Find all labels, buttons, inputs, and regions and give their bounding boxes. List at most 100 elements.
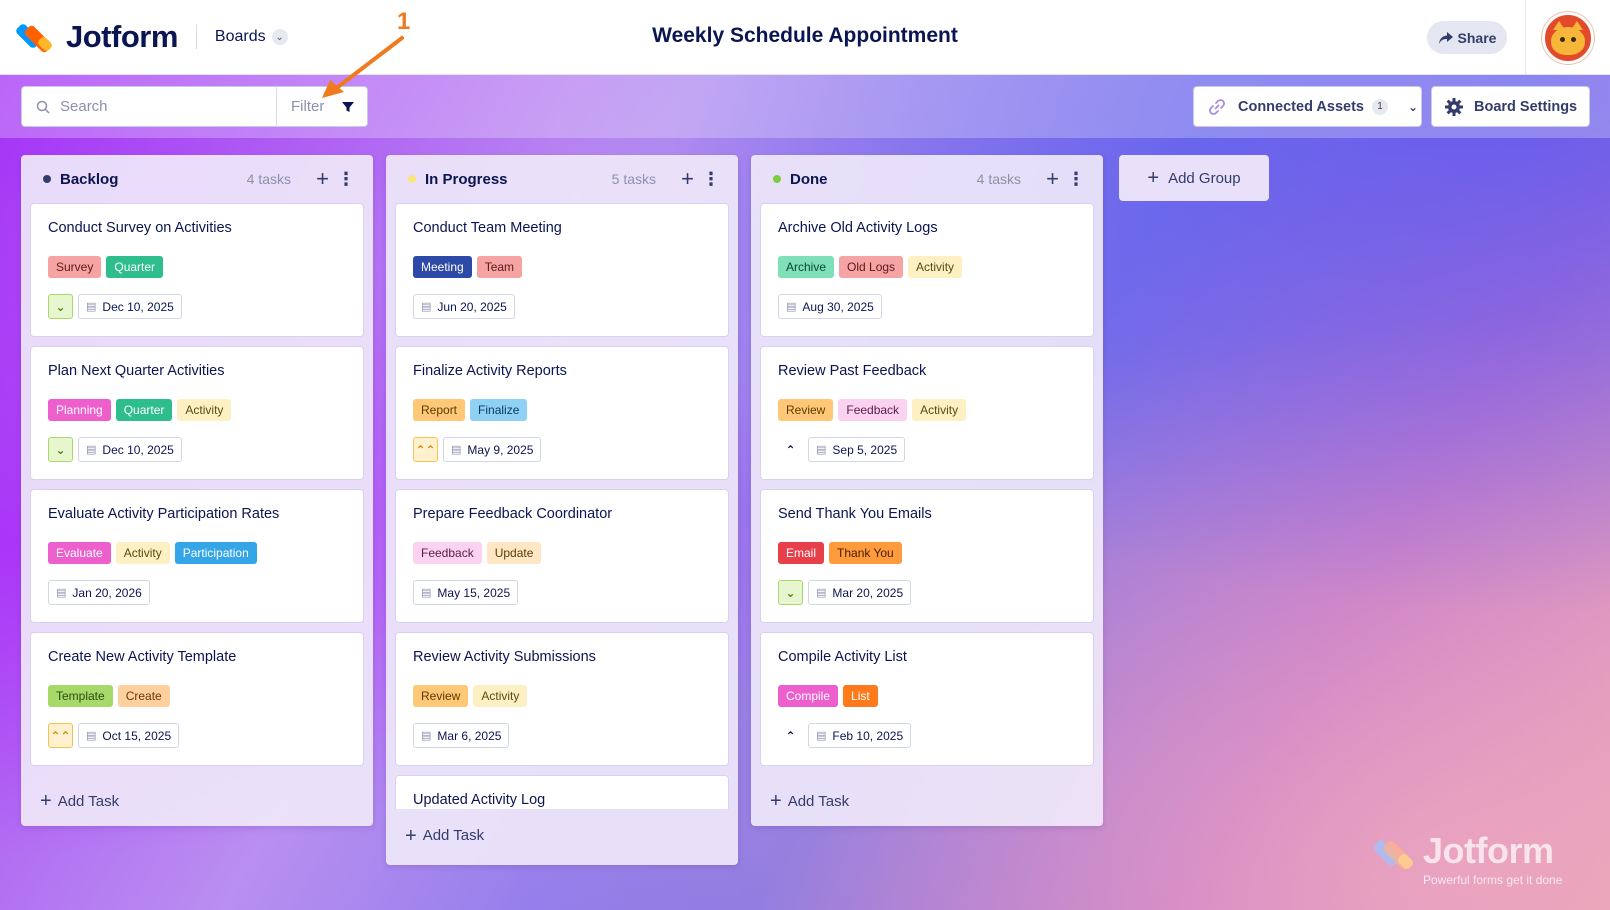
card-footer: ⌃ ▤ Sep 5, 2025 — [778, 437, 1076, 462]
more-options-icon[interactable]: ⋮ — [337, 170, 355, 188]
tag-list: Evaluate Activity Participation — [48, 542, 346, 564]
add-task-icon[interactable]: + — [1046, 168, 1059, 190]
column-title: In Progress — [425, 170, 508, 188]
task-card[interactable]: Plan Next Quarter Activities Planning Quar… — [30, 346, 364, 480]
tag: Quarter — [115, 399, 173, 421]
task-card[interactable]: Review Past Feedback Review Feedback Activi… — [760, 346, 1094, 480]
watermark-subtitle: Powerful forms get it done — [1423, 873, 1563, 887]
calendar-icon: ▤ — [816, 444, 827, 456]
task-card[interactable]: Compile Activity List Compile List ⌃ ▤ Feb 10… — [760, 632, 1094, 766]
add-group-button[interactable]: + Add Group — [1119, 155, 1269, 201]
share-label: Share — [1457, 29, 1497, 46]
task-title: Evaluate Activity Participation Rates — [48, 506, 280, 522]
tag: Archive — [778, 256, 835, 278]
calendar-icon: ▤ — [421, 301, 432, 313]
tag: Activity — [115, 542, 170, 564]
plus-icon: + — [1147, 167, 1160, 189]
due-date[interactable]: ▤ Mar 6, 2025 — [413, 723, 510, 748]
priority-low-icon[interactable]: ⌄ — [48, 294, 73, 319]
due-date[interactable]: ▤ Jun 20, 2025 — [413, 294, 515, 319]
boards-dropdown[interactable]: Boards ⌄ — [215, 28, 288, 46]
task-card[interactable]: Archive Old Activity Logs Archive Old Logs… — [760, 203, 1094, 337]
tag-list: Feedback Update — [413, 542, 711, 564]
tag: Finalize — [470, 399, 528, 421]
task-card[interactable]: Updated Activity Log — [395, 775, 729, 809]
calendar-icon: ▤ — [86, 730, 97, 742]
tag: Survey — [48, 256, 102, 278]
card-footer: ▤ Aug 30, 2025 — [778, 294, 1076, 319]
board-settings-label: Board Settings — [1474, 98, 1578, 115]
priority-low-icon[interactable]: ⌄ — [778, 580, 803, 605]
task-card[interactable]: Send Thank You Emails Email Thank You ⌄ ▤ Mar… — [760, 489, 1094, 623]
task-card[interactable]: Evaluate Activity Participation Rates Eva… — [30, 489, 364, 623]
due-date-text: Dec 10, 2025 — [102, 442, 174, 457]
status-dot — [773, 175, 781, 183]
due-date-text: Dec 10, 2025 — [102, 299, 174, 314]
search-input[interactable] — [60, 98, 250, 115]
more-options-icon[interactable]: ⋮ — [702, 170, 720, 188]
priority-medium-icon[interactable]: ⌃ — [778, 437, 803, 462]
task-card[interactable]: Conduct Survey on Activities Survey Quarte… — [30, 203, 364, 337]
due-date[interactable]: ▤ Mar 20, 2025 — [808, 580, 912, 605]
add-task-button[interactable]: + Add Task — [386, 809, 738, 861]
card-footer: ▤ Jun 20, 2025 — [413, 294, 711, 319]
search-box[interactable] — [21, 86, 277, 127]
priority-high-icon[interactable]: ⌃⌃ — [48, 723, 73, 748]
connected-assets-count: 1 — [1371, 98, 1388, 115]
due-date[interactable]: ▤ Jan 20, 2026 — [48, 580, 150, 605]
task-card[interactable]: Finalize Activity Reports Report Finalize ⌃… — [395, 346, 729, 480]
board-settings-button[interactable]: Board Settings — [1431, 86, 1590, 127]
due-date-text: Jan 20, 2026 — [72, 585, 142, 600]
calendar-icon: ▤ — [816, 730, 827, 742]
due-date[interactable]: ▤ Feb 10, 2025 — [808, 723, 912, 748]
task-title: Finalize Activity Reports — [413, 363, 567, 379]
calendar-icon: ▤ — [451, 444, 462, 456]
priority-high-icon[interactable]: ⌃⌃ — [413, 437, 438, 462]
add-task-button[interactable]: + Add Task — [751, 775, 1103, 827]
due-date[interactable]: ▤ May 9, 2025 — [443, 437, 542, 462]
add-task-button[interactable]: + Add Task — [21, 775, 373, 827]
column-title: Backlog — [60, 170, 119, 188]
due-date[interactable]: ▤ May 15, 2025 — [413, 580, 519, 605]
priority-low-icon[interactable]: ⌄ — [48, 437, 73, 462]
user-menu[interactable] — [1525, 0, 1610, 75]
calendar-icon: ▤ — [421, 730, 432, 742]
task-card[interactable]: Conduct Team Meeting Meeting Team ▤ Jun 20, … — [395, 203, 729, 337]
card-footer: ⌄ ▤ Dec 10, 2025 — [48, 294, 346, 319]
task-card[interactable]: Review Activity Submissions Review Activit… — [395, 632, 729, 766]
tag: Old Logs — [839, 256, 904, 278]
connected-assets-button[interactable]: Connected Assets 1 ⌄ — [1193, 86, 1422, 127]
jotform-logo-icon — [14, 21, 54, 54]
column-backlog: Backlog 4 tasks + ⋮ Conduct Survey on Activi… — [21, 155, 373, 826]
due-date-text: Mar 6, 2025 — [437, 728, 502, 743]
more-options-icon[interactable]: ⋮ — [1067, 170, 1085, 188]
filter-icon — [342, 101, 355, 112]
filter-button[interactable]: Filter — [276, 86, 368, 127]
add-task-icon[interactable]: + — [316, 168, 329, 190]
task-card[interactable]: Create New Activity Template Template Crea… — [30, 632, 364, 766]
due-date[interactable]: ▤ Dec 10, 2025 — [78, 437, 182, 462]
tag-list: Meeting Team — [413, 256, 711, 278]
share-icon — [1438, 31, 1453, 44]
search-icon — [36, 100, 50, 114]
jotform-logo[interactable]: Jotform — [14, 19, 178, 55]
tag: Activity — [908, 256, 963, 278]
due-date[interactable]: ▤ Aug 30, 2025 — [778, 294, 882, 319]
task-card[interactable]: Prepare Feedback Coordinator Feedback Upda… — [395, 489, 729, 623]
add-task-icon[interactable]: + — [681, 168, 694, 190]
tag: Quarter — [106, 256, 164, 278]
tag-list: Archive Old Logs Activity — [778, 256, 1076, 278]
card-footer: ⌄ ▤ Dec 10, 2025 — [48, 437, 346, 462]
tag-list: Report Finalize — [413, 399, 711, 421]
priority-medium-icon[interactable]: ⌃ — [778, 723, 803, 748]
due-date[interactable]: ▤ Oct 15, 2025 — [78, 723, 180, 748]
due-date[interactable]: ▤ Sep 5, 2025 — [808, 437, 906, 462]
avatar[interactable] — [1542, 11, 1594, 64]
share-button[interactable]: Share — [1427, 21, 1507, 54]
due-date[interactable]: ▤ Dec 10, 2025 — [78, 294, 182, 319]
tag: Team — [476, 256, 523, 278]
plus-icon: + — [405, 824, 417, 847]
task-title: Conduct Team Meeting — [413, 220, 562, 236]
task-count: 4 tasks — [976, 171, 1021, 187]
card-list: Conduct Team Meeting Meeting Team ▤ Jun 20, … — [386, 203, 738, 809]
